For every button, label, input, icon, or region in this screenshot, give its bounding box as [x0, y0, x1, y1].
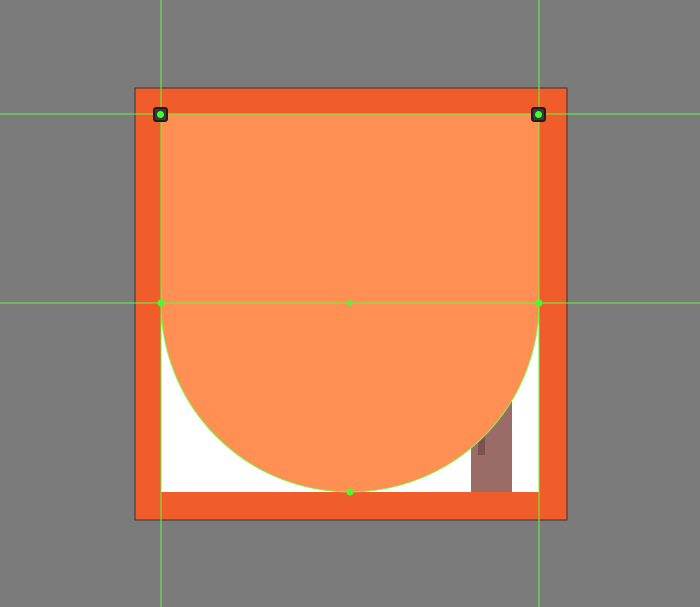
bottom-center[interactable]	[346, 488, 354, 496]
corner-top-right[interactable]	[535, 111, 542, 118]
corner-top-left[interactable]	[157, 111, 164, 118]
mid-center[interactable]	[347, 300, 353, 306]
artboard[interactable]	[0, 0, 700, 607]
mid-left[interactable]	[157, 299, 165, 307]
mid-right[interactable]	[535, 299, 543, 307]
design-stage	[0, 0, 700, 607]
